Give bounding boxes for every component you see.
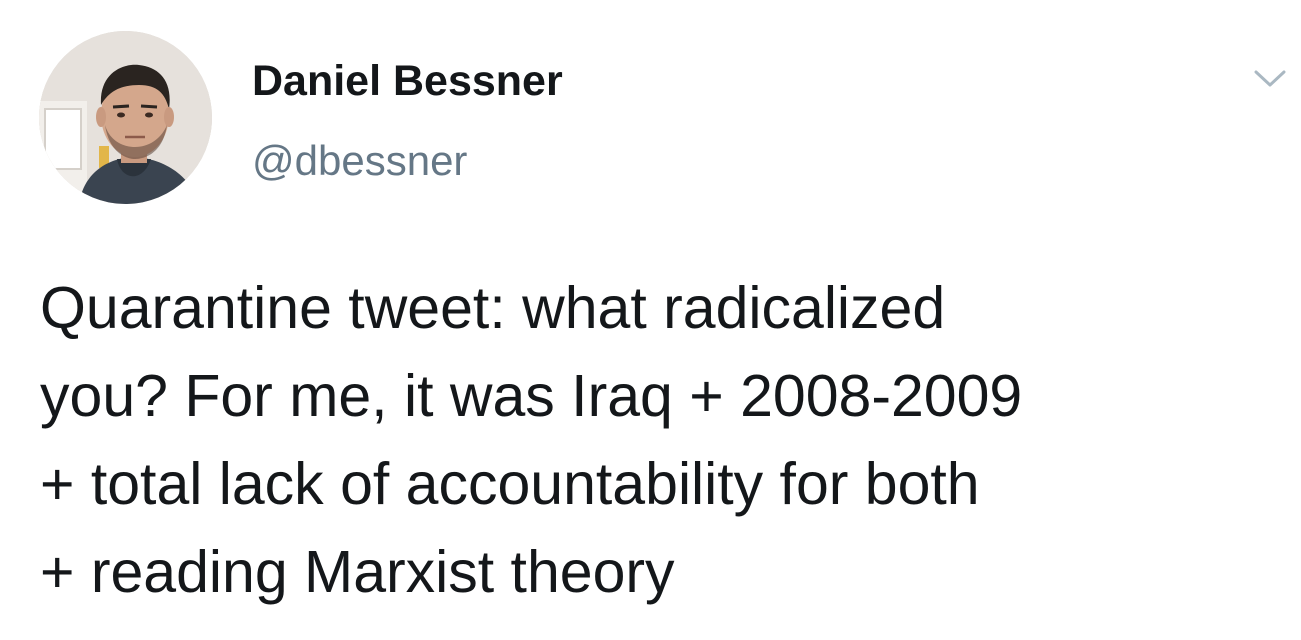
tweet-text: Quarantine tweet: what radicalized you? … xyxy=(40,264,1280,616)
tweet-text-line: + reading Marxist theory xyxy=(40,539,675,605)
display-name[interactable]: Daniel Bessner xyxy=(252,56,563,106)
tweet-text-line: + total lack of accountability for both xyxy=(40,451,980,517)
tweet-text-line: you? For me, it was Iraq + 2008-2009 xyxy=(40,363,1023,429)
user-handle[interactable]: @dbessner xyxy=(252,136,467,186)
tweet-card: Daniel Bessner @dbessner Quarantine twee… xyxy=(0,0,1301,640)
profile-photo-icon xyxy=(39,31,212,204)
tweet-text-line: Quarantine tweet: what radicalized xyxy=(40,275,946,341)
chevron-down-icon xyxy=(1254,70,1286,87)
tweet-menu-button[interactable] xyxy=(1250,62,1290,96)
avatar[interactable] xyxy=(39,31,212,204)
